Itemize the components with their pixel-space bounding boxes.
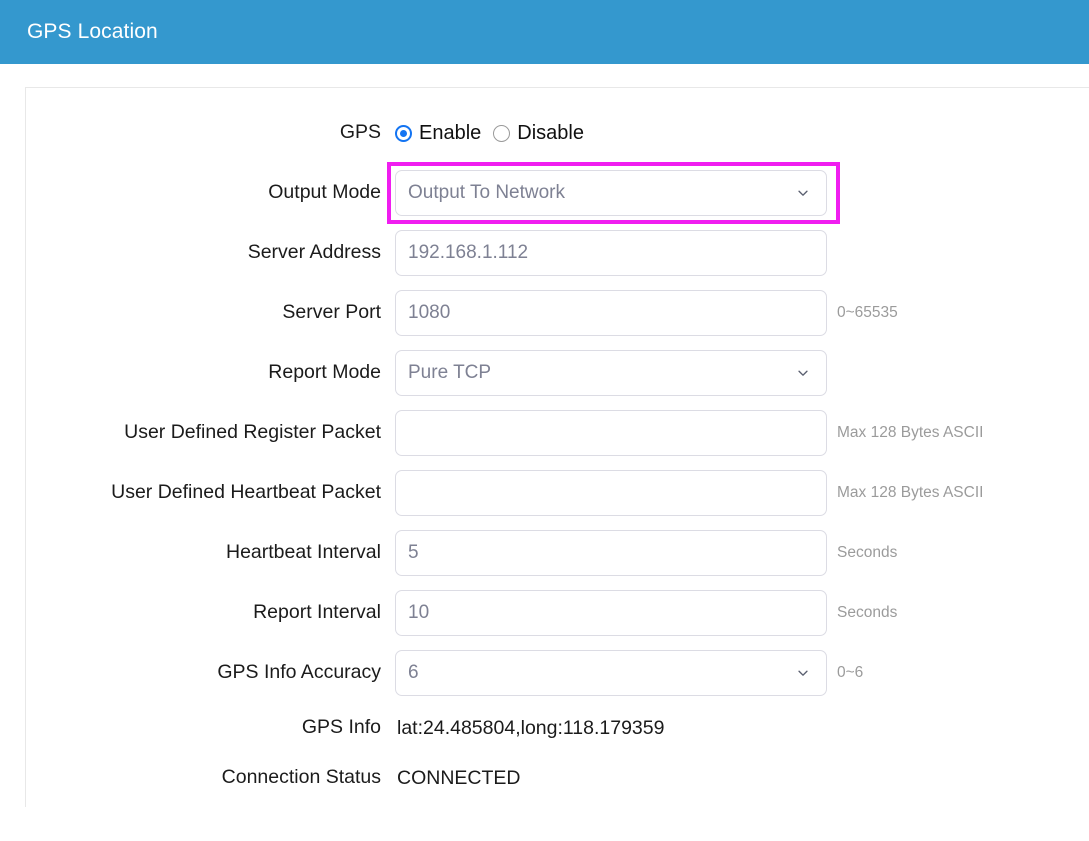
gps-info-value: lat:24.485804,long:118.179359 <box>397 716 665 739</box>
connection-status-label: Connection Status <box>221 766 381 789</box>
gps-radio-field: Enable Disable <box>395 110 827 156</box>
panel-wrapper: GPS Enable Disable Output Mode Output To… <box>0 64 1089 807</box>
register-packet-label: User Defined Register Packet <box>124 421 381 444</box>
page-header: GPS Location <box>0 0 1089 64</box>
heartbeat-packet-hint: Max 128 Bytes ASCII <box>837 484 984 501</box>
heartbeat-interval-hint: Seconds <box>837 544 898 561</box>
gps-accuracy-value: 6 <box>408 662 419 683</box>
heartbeat-packet-field <box>395 470 827 516</box>
heartbeat-packet-label: User Defined Heartbeat Packet <box>111 481 381 504</box>
report-interval-label: Report Interval <box>253 601 381 624</box>
form-row-server-port: Server Port 0~65535 <box>26 290 1089 336</box>
heartbeat-packet-input[interactable] <box>395 470 827 516</box>
server-port-hint: 0~65535 <box>837 304 898 321</box>
server-port-field <box>395 290 827 336</box>
chevron-down-icon <box>796 366 810 380</box>
form-row-register-packet: User Defined Register Packet Max 128 Byt… <box>26 410 1089 456</box>
register-packet-hint: Max 128 Bytes ASCII <box>837 424 984 441</box>
page-title: GPS Location <box>27 20 158 43</box>
server-address-input[interactable] <box>395 230 827 276</box>
report-mode-select[interactable]: Pure TCP <box>395 350 827 396</box>
radio-unselected-icon[interactable] <box>493 124 511 142</box>
gps-info-label: GPS Info <box>301 716 381 739</box>
form-row-heartbeat-interval: Heartbeat Interval Seconds <box>26 530 1089 576</box>
heartbeat-interval-field <box>395 530 827 576</box>
gps-radio-group: Enable Disable <box>395 110 827 156</box>
gps-settings-panel: GPS Enable Disable Output Mode Output To… <box>25 87 1089 807</box>
heartbeat-interval-label: Heartbeat Interval <box>225 541 381 564</box>
gps-accuracy-field: 6 <box>395 650 827 696</box>
form-row-connection-status: Connection Status CONNECTED <box>26 760 1089 796</box>
report-interval-input[interactable] <box>395 590 827 636</box>
gps-label: GPS <box>339 121 381 144</box>
gps-accuracy-select[interactable]: 6 <box>395 650 827 696</box>
chevron-down-icon <box>796 666 810 680</box>
report-mode-value: Pure TCP <box>408 362 492 383</box>
gps-radio-disable[interactable]: Disable <box>493 122 584 145</box>
heartbeat-interval-input[interactable] <box>395 530 827 576</box>
register-packet-input[interactable] <box>395 410 827 456</box>
output-mode-label: Output Mode <box>268 181 381 204</box>
server-address-label: Server Address <box>247 241 381 264</box>
connection-status-value: CONNECTED <box>397 766 521 789</box>
form-row-report-mode: Report Mode Pure TCP <box>26 350 1089 396</box>
form-row-report-interval: Report Interval Seconds <box>26 590 1089 636</box>
form-row-gps: GPS Enable Disable <box>26 110 1089 156</box>
output-mode-select[interactable]: Output To Network <box>395 170 827 216</box>
gps-radio-disable-label: Disable <box>517 121 584 144</box>
report-interval-hint: Seconds <box>837 604 898 621</box>
form-row-gps-info: GPS Info lat:24.485804,long:118.179359 <box>26 710 1089 746</box>
output-mode-field: Output To Network <box>387 162 840 224</box>
server-address-field <box>395 230 827 276</box>
report-mode-label: Report Mode <box>268 361 381 384</box>
server-port-label: Server Port <box>282 301 381 324</box>
server-port-input[interactable] <box>395 290 827 336</box>
gps-accuracy-label: GPS Info Accuracy <box>217 661 381 684</box>
form-row-gps-accuracy: GPS Info Accuracy 6 0~6 <box>26 650 1089 696</box>
form-row-heartbeat-packet: User Defined Heartbeat Packet Max 128 By… <box>26 470 1089 516</box>
gps-radio-enable-label: Enable <box>419 121 482 144</box>
form-row-output-mode: Output Mode Output To Network <box>26 162 1089 224</box>
output-mode-value: Output To Network <box>408 182 566 203</box>
form-row-server-address: Server Address <box>26 230 1089 276</box>
chevron-down-icon <box>796 186 810 200</box>
report-mode-field: Pure TCP <box>395 350 827 396</box>
gps-accuracy-hint: 0~6 <box>837 664 864 681</box>
report-interval-field <box>395 590 827 636</box>
gps-radio-enable[interactable]: Enable <box>395 122 481 145</box>
register-packet-field <box>395 410 827 456</box>
radio-selected-icon[interactable] <box>395 124 412 142</box>
